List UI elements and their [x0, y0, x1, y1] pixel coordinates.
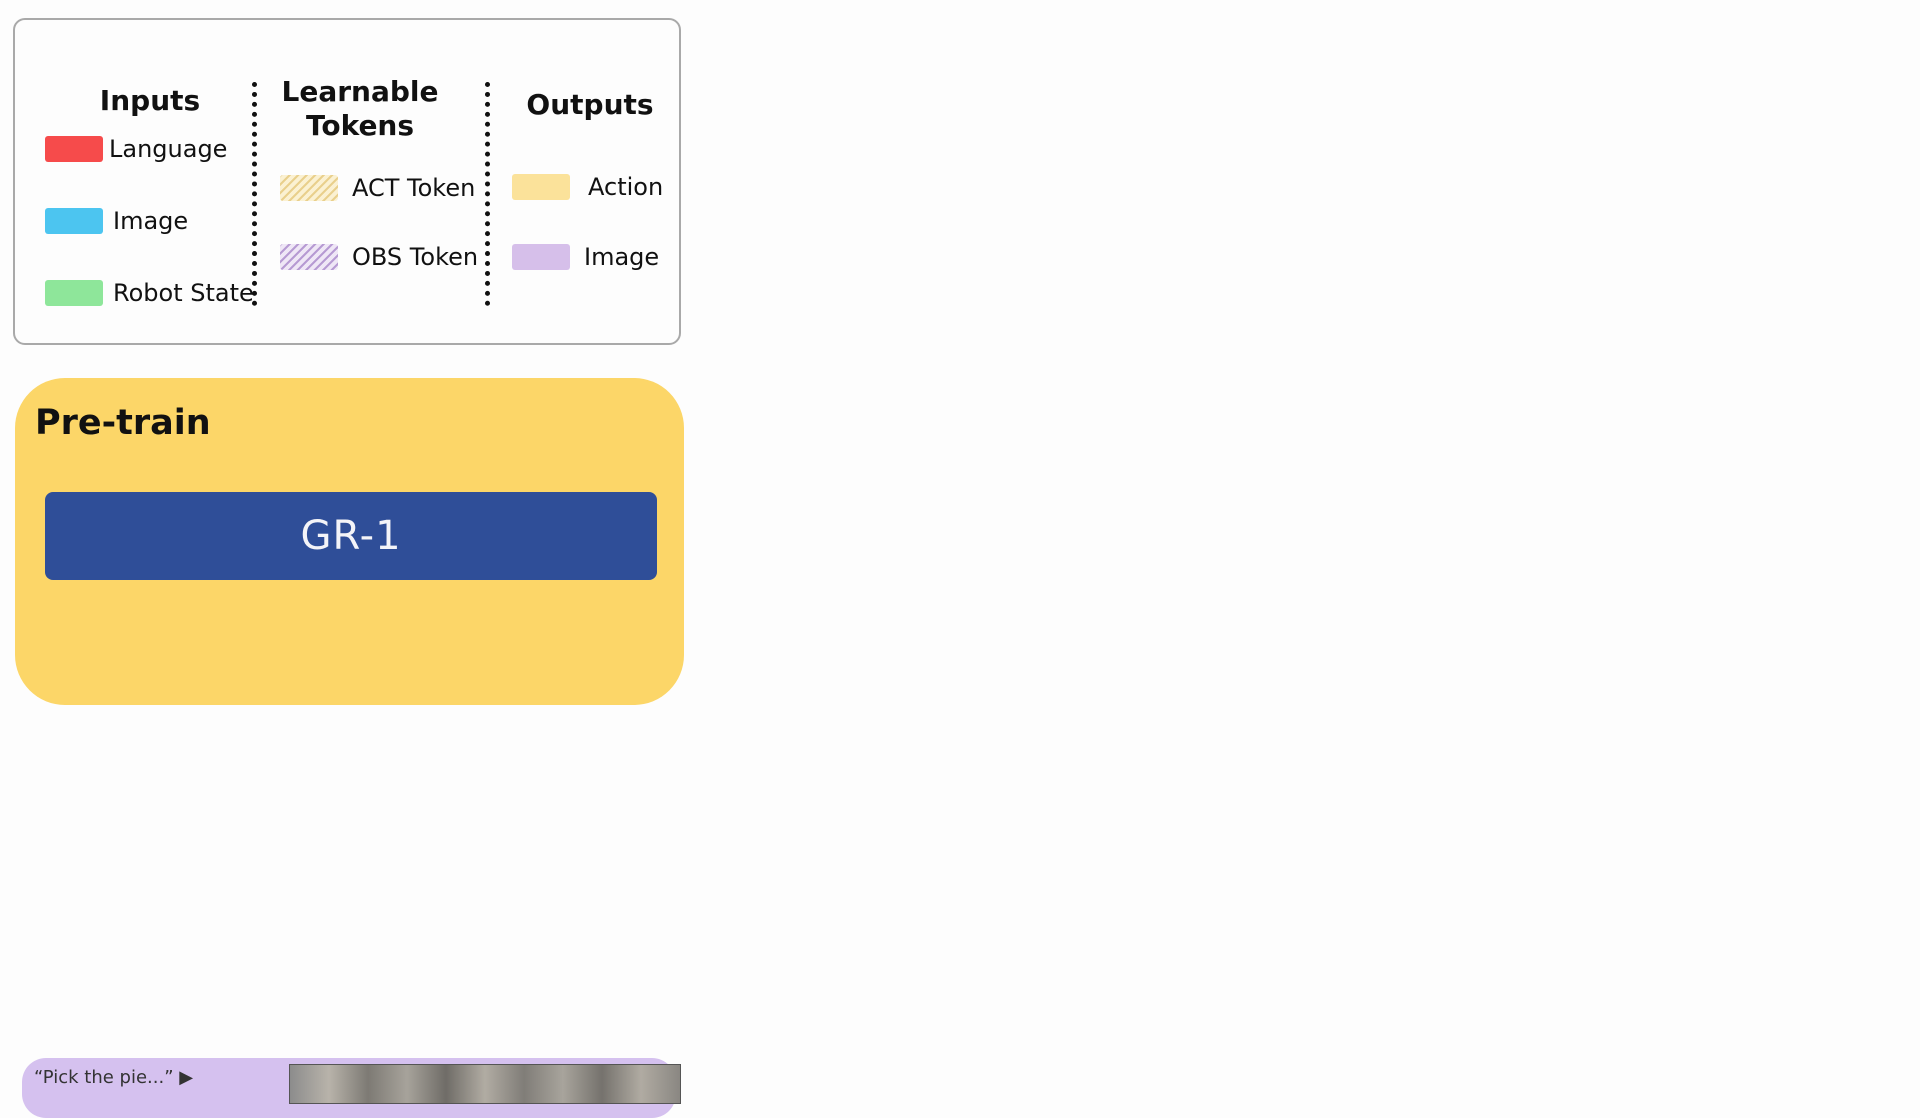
legend-item-language: Language: [45, 135, 227, 163]
pretrain-panel: Pre-train GR-1: [15, 378, 684, 705]
legend-box: Inputs Language Image Robot State Learna…: [13, 18, 681, 345]
image-input-swatch: [45, 208, 103, 234]
gr1-model-label: GR-1: [300, 513, 402, 559]
language-swatch: [45, 136, 103, 162]
legend-divider-1: [252, 82, 257, 306]
robot-state-swatch: [45, 280, 103, 306]
gr1-model-box: GR-1: [45, 492, 657, 580]
legend-label-act-token: ACT Token: [352, 174, 476, 202]
video-frames-strip: [289, 1064, 681, 1104]
legend-item-image-output: Image: [512, 243, 659, 271]
act-token-swatch: [280, 175, 338, 201]
legend-label-image-input: Image: [113, 207, 189, 235]
legend-item-obs-token: OBS Token: [280, 243, 478, 271]
tokens-heading-line1: Learnable: [281, 75, 439, 108]
legend-item-action: Action: [512, 173, 663, 201]
bottom-panel: “Pick the pie...” ▶: [22, 1058, 681, 1118]
legend-item-act-token: ACT Token: [280, 174, 475, 202]
bottom-panel-text: “Pick the pie...” ▶: [34, 1067, 194, 1088]
tokens-heading-line2: Tokens: [305, 109, 415, 142]
legend-item-image-input: Image: [45, 207, 188, 235]
obs-token-swatch: [280, 244, 338, 270]
tokens-heading: Learnable Tokens: [277, 75, 443, 143]
legend-item-robot-state: Robot State: [45, 279, 254, 307]
legend-label-image-output: Image: [584, 243, 660, 271]
legend-label-obs-token: OBS Token: [352, 243, 479, 271]
outputs-heading: Outputs: [526, 88, 654, 121]
legend-label-action: Action: [588, 173, 664, 201]
legend-label-robot-state: Robot State: [113, 279, 254, 307]
inputs-heading: Inputs: [99, 84, 201, 117]
legend-label-language: Language: [109, 135, 228, 163]
legend-divider-2: [485, 82, 490, 306]
action-swatch: [512, 174, 570, 200]
pretrain-title: Pre-train: [35, 403, 211, 443]
image-output-swatch: [512, 244, 570, 270]
